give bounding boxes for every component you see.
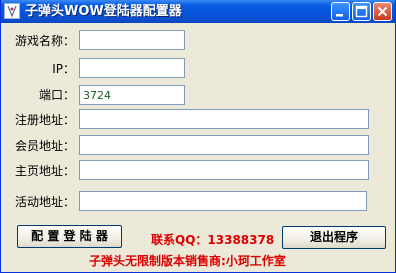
port-label: 端口： xyxy=(38,88,75,102)
configure-launcher-button[interactable]: 配 置 登 陆 器 xyxy=(17,225,122,248)
home-url-input[interactable] xyxy=(79,160,369,180)
register-url-input[interactable] xyxy=(79,109,369,129)
ip-input[interactable] xyxy=(79,58,185,78)
event-url-label: 活动地址： xyxy=(14,195,75,209)
maximize-icon xyxy=(355,5,368,18)
member-url-label: 会员地址： xyxy=(14,139,75,153)
game-name-label: 游戏名称： xyxy=(14,34,75,48)
event-url-input[interactable] xyxy=(79,191,367,211)
contact-qq: 联系QQ：13388378 xyxy=(151,233,275,247)
exit-button[interactable]: 退出程序 xyxy=(282,226,386,249)
ip-label: IP： xyxy=(52,62,75,76)
app-icon xyxy=(4,3,20,19)
app-window: 子弹头WOW登陆器配置器 游戏名称： IP： 端口： 注册地址： 会员地址： 主… xyxy=(0,0,396,273)
footer-seller: 子弹头无限制版本销售商:小珂工作室 xyxy=(89,254,286,268)
minimize-icon xyxy=(336,14,343,17)
close-icon xyxy=(377,6,388,17)
home-url-label: 主页地址： xyxy=(14,164,75,178)
window-title: 子弹头WOW登陆器配置器 xyxy=(25,4,182,19)
close-button[interactable] xyxy=(373,2,392,21)
title-bar[interactable]: 子弹头WOW登陆器配置器 xyxy=(1,0,395,23)
minimize-button[interactable] xyxy=(331,2,350,21)
register-url-label: 注册地址： xyxy=(14,113,75,127)
member-url-input[interactable] xyxy=(79,135,369,155)
maximize-button[interactable] xyxy=(352,2,371,21)
port-input[interactable] xyxy=(79,85,185,105)
game-name-input[interactable] xyxy=(79,30,185,50)
